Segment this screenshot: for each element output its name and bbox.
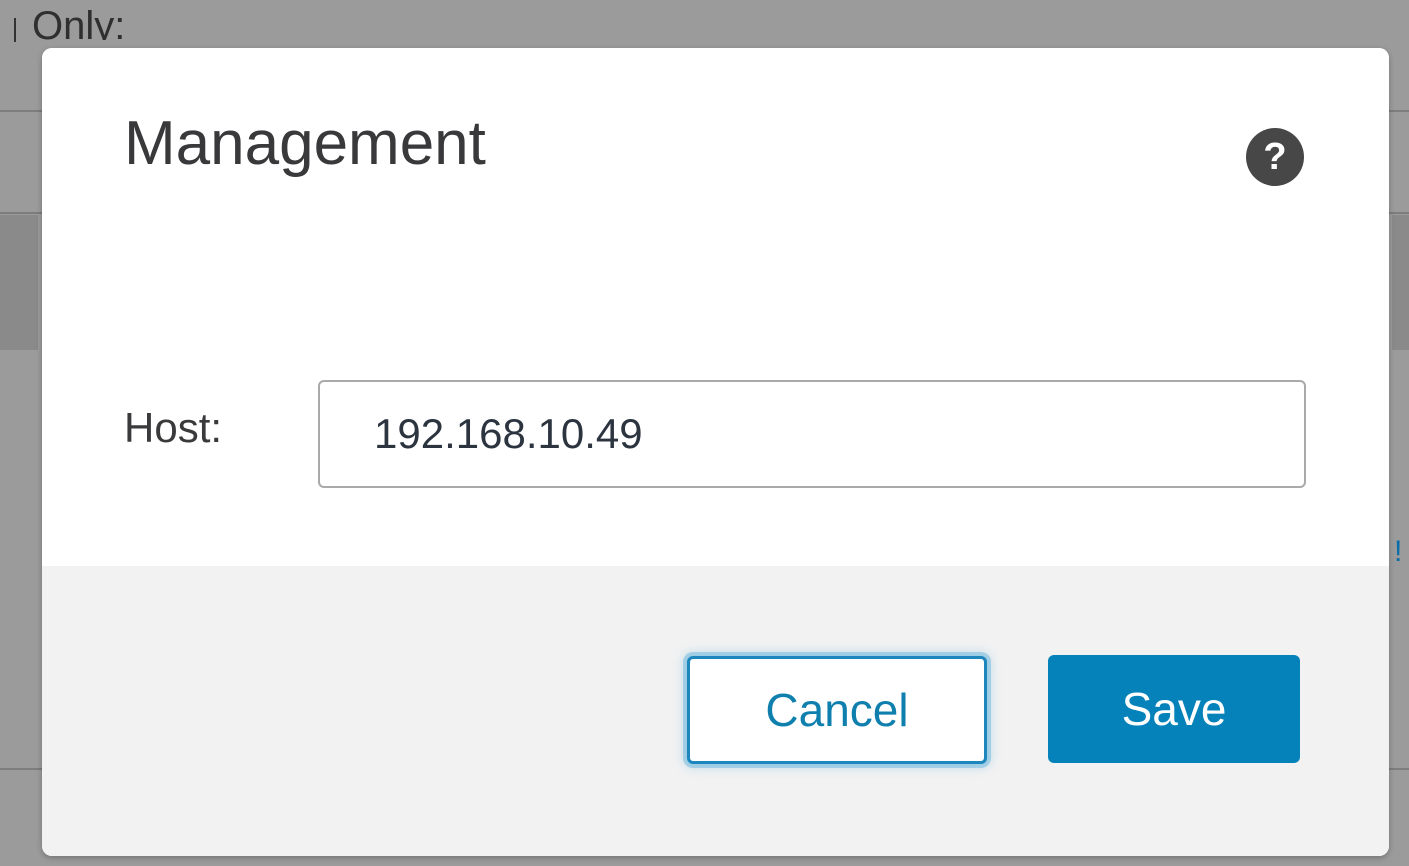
background-link-fragment: ! [1394,535,1403,568]
background-divider [14,18,16,42]
cancel-button[interactable]: Cancel [687,656,987,764]
save-button[interactable]: Save [1048,655,1300,763]
background-row-divider [1389,768,1409,770]
help-icon[interactable]: ? [1246,128,1304,186]
dialog-header: Management ? [42,48,1389,253]
dialog-footer: Cancel Save [42,566,1389,856]
background-scrollbar [1392,215,1409,350]
management-dialog: Management ? Host: Cancel Save [42,48,1389,856]
background-scrollbar [0,215,38,350]
dialog-body: Host: [42,253,1389,566]
background-row-divider [0,110,42,112]
background-label: Only: [32,6,126,40]
background-row-divider [1389,110,1409,112]
background-row-divider [1389,212,1409,214]
background-row-divider [0,768,42,770]
host-label: Host: [124,404,223,451]
dialog-title: Management [124,109,486,178]
background-row-divider [0,212,42,214]
host-input[interactable] [318,380,1306,488]
